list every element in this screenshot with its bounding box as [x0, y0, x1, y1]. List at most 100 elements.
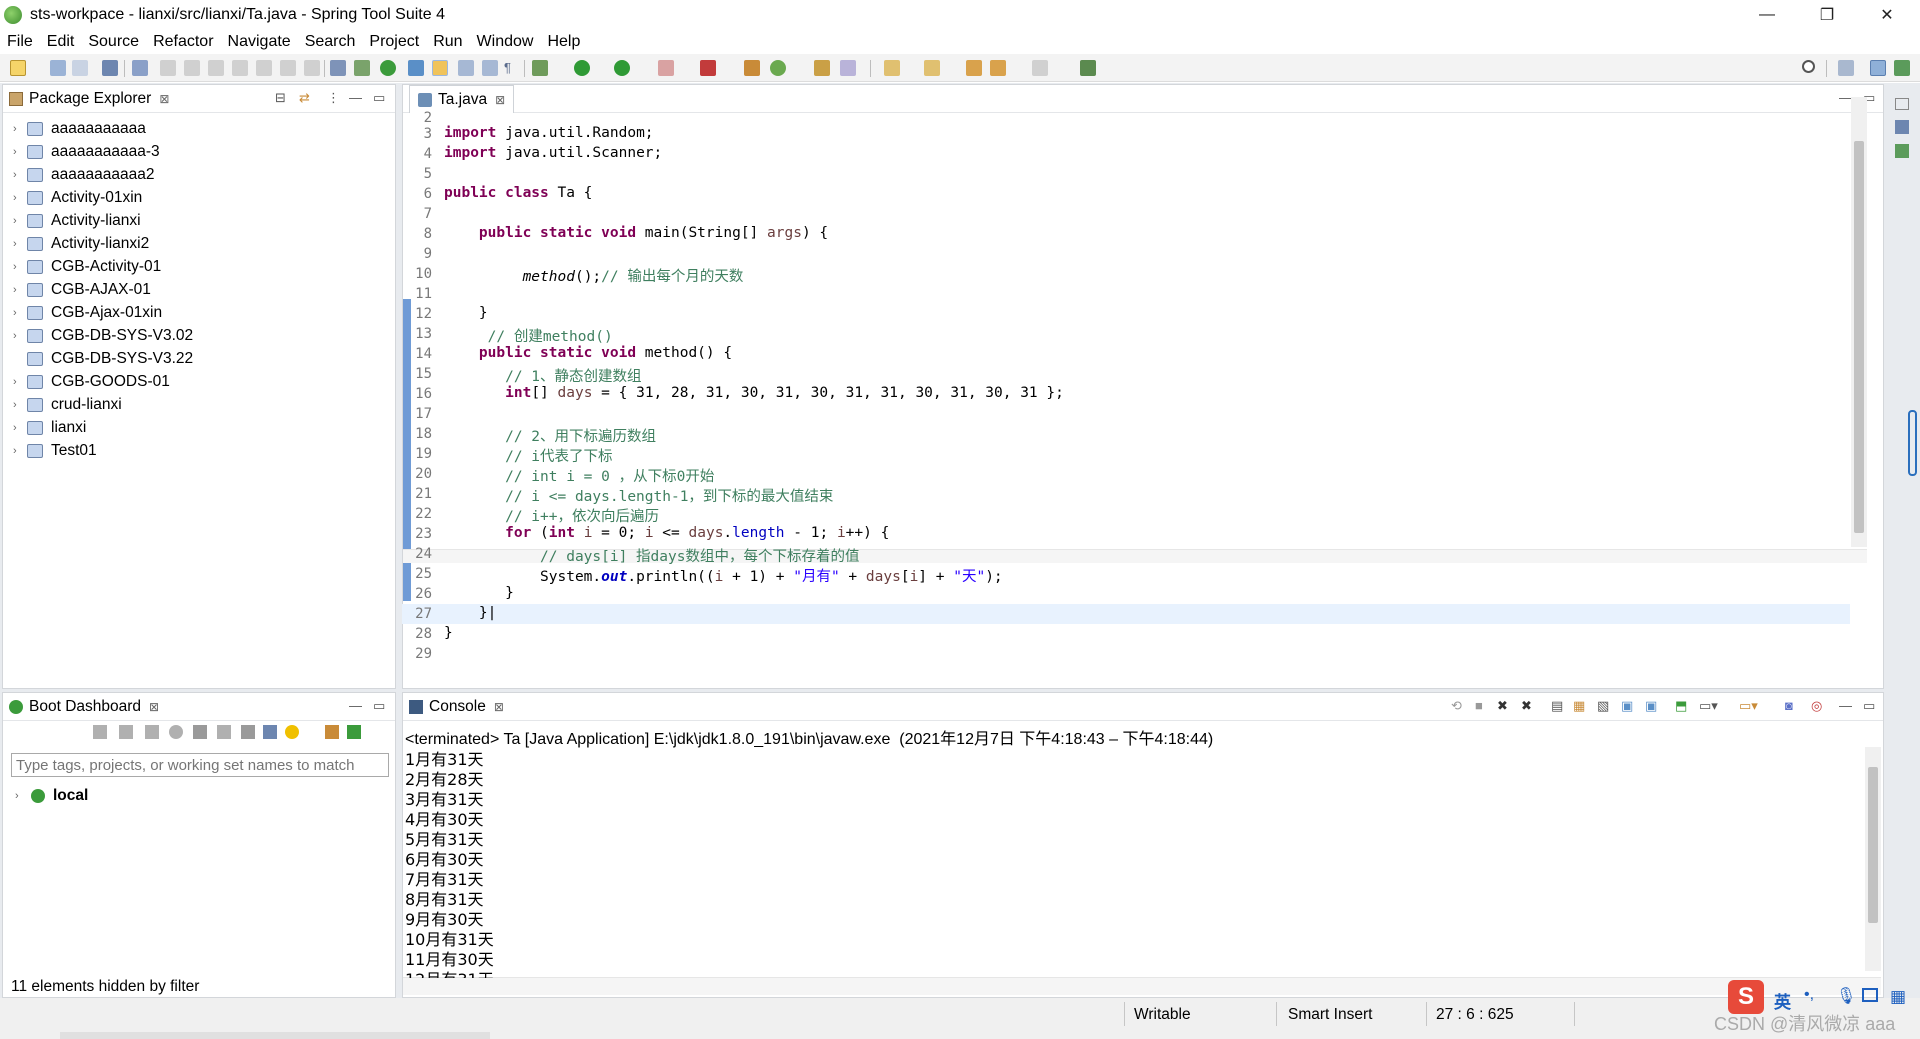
project-item[interactable]: CGB-DB-SYS-V3.22	[3, 347, 193, 370]
close-icon[interactable]: ⊠	[149, 700, 159, 714]
add-target-icon[interactable]	[347, 725, 361, 739]
task-list-icon[interactable]	[1895, 144, 1909, 158]
project-item[interactable]: › Activity-01xin	[3, 186, 142, 209]
restore-button[interactable]: ❐	[1800, 0, 1854, 30]
punctuation-icon[interactable]: •,	[1804, 986, 1814, 1004]
menu-refactor[interactable]: Refactor	[146, 33, 220, 51]
chevron-right-icon[interactable]: ›	[13, 169, 27, 181]
chevron-right-icon[interactable]: ›	[13, 399, 27, 411]
pin-console-icon[interactable]: ⬒	[1675, 698, 1687, 714]
step-into-icon[interactable]	[256, 60, 272, 76]
toggle-mark-occurrences-icon[interactable]	[408, 60, 424, 76]
menu-file[interactable]: File	[0, 33, 40, 51]
light-bulb-icon[interactable]	[285, 725, 299, 739]
pin-editor-icon[interactable]	[1080, 60, 1096, 76]
show-whitespace-icon[interactable]	[482, 60, 498, 76]
edit-icon[interactable]	[241, 725, 255, 739]
redebug-icon[interactable]	[169, 725, 183, 739]
menu-edit[interactable]: Edit	[40, 33, 82, 51]
chevron-right-icon[interactable]: ›	[13, 330, 27, 342]
close-window-button[interactable]: ✕	[1860, 0, 1914, 30]
terminate-icon[interactable]: ■	[1475, 698, 1483, 713]
outline-icon[interactable]	[1895, 120, 1909, 134]
skip-breakpoints-icon[interactable]	[132, 60, 148, 76]
chevron-right-icon[interactable]: ›	[13, 238, 27, 250]
menu-help[interactable]: Help	[540, 33, 587, 51]
display-console-icon[interactable]: ▭▾	[1699, 698, 1718, 714]
remove-launch-icon[interactable]: ⟲	[1451, 698, 1462, 714]
project-item[interactable]: › Test01	[3, 439, 97, 462]
new-icon[interactable]	[10, 60, 26, 76]
project-item[interactable]: › CGB-Activity-01	[3, 255, 161, 278]
keyboard-icon[interactable]	[1862, 988, 1878, 1002]
terminal-icon[interactable]	[102, 60, 118, 76]
open-console-icon[interactable]: ▭▾	[1739, 698, 1758, 714]
open-console-icon[interactable]	[193, 725, 207, 739]
remove-icon[interactable]: ✖	[1497, 698, 1508, 714]
link-with-editor-icon[interactable]: ⇄	[299, 90, 310, 106]
chevron-right-icon[interactable]: ›	[13, 192, 27, 204]
project-item[interactable]: › CGB-Ajax-01xin	[3, 301, 162, 324]
sogou-ime-icon[interactable]: S	[1728, 980, 1764, 1014]
project-item[interactable]: › CGB-DB-SYS-V3.02	[3, 324, 193, 347]
maximize-view-icon[interactable]: ▭	[373, 90, 385, 106]
microphone-icon[interactable]: 🎙	[1836, 986, 1856, 1006]
step-return-icon[interactable]	[304, 60, 320, 76]
collapse-all-icon[interactable]: ⊟	[275, 90, 286, 106]
close-icon[interactable]: ⊠	[495, 93, 505, 107]
console-view-icon[interactable]: ◙	[1785, 698, 1793, 713]
previous-annotation-icon[interactable]	[924, 60, 940, 76]
boot-filter-input[interactable]	[11, 753, 389, 777]
project-item[interactable]: › CGB-GOODS-01	[3, 370, 170, 393]
project-item[interactable]: › aaaaaaaaaaa-3	[3, 140, 160, 163]
open-type-icon[interactable]	[330, 60, 346, 76]
project-item[interactable]: › Activity-lianxi2	[3, 232, 149, 255]
project-item[interactable]: › aaaaaaaaaaa	[3, 117, 146, 140]
start-icon[interactable]	[93, 725, 107, 739]
spring-console-icon[interactable]: ◎	[1811, 698, 1822, 714]
close-icon[interactable]: ⊠	[494, 700, 504, 714]
search-icon-toolbar[interactable]	[840, 60, 856, 76]
run-icon[interactable]	[574, 60, 590, 76]
code-editor[interactable]: 2 3 import java.util.Random; 4 import java…	[402, 110, 1850, 662]
chevron-right-icon[interactable]: ›	[15, 790, 31, 802]
project-item[interactable]: › Activity-lianxi	[3, 209, 141, 232]
word-wrap-icon[interactable]: ▧	[1597, 698, 1609, 714]
minimize-view-icon[interactable]: —	[1839, 698, 1852, 713]
stop-icon[interactable]	[145, 725, 159, 739]
project-item[interactable]: › lianxi	[3, 416, 86, 439]
forward-icon[interactable]	[1032, 60, 1048, 76]
java-perspective-icon[interactable]	[1870, 60, 1886, 76]
project-item[interactable]: › CGB-AJAX-01	[3, 278, 151, 301]
tab-package-explorer[interactable]: Package Explorer ⊠	[9, 85, 169, 113]
pilcrow-icon[interactable]: ¶	[504, 60, 520, 76]
external-tools-icon[interactable]	[700, 60, 716, 76]
chevron-right-icon[interactable]: ›	[13, 146, 27, 158]
local-target-row[interactable]: › local	[15, 787, 88, 805]
tab-boot-dashboard[interactable]: Boot Dashboard ⊠	[9, 693, 159, 721]
last-edit-icon[interactable]	[966, 60, 982, 76]
open-config-icon[interactable]	[217, 725, 231, 739]
search-icon[interactable]	[1802, 60, 1815, 73]
chevron-right-icon[interactable]: ›	[13, 376, 27, 388]
tab-console[interactable]: Console ⊠	[409, 693, 504, 721]
menu-source[interactable]: Source	[81, 33, 146, 51]
console-horizontal-scrollbar[interactable]	[403, 977, 1881, 995]
maximize-view-icon[interactable]: ▭	[373, 698, 385, 714]
minimize-view-icon[interactable]: —	[349, 698, 362, 713]
save-all-icon[interactable]	[72, 60, 88, 76]
save-icon[interactable]	[50, 60, 66, 76]
debug-perspective-icon[interactable]	[1894, 60, 1910, 76]
ime-menu-icon[interactable]: ▦	[1890, 987, 1906, 1007]
open-browser-icon[interactable]	[263, 725, 277, 739]
resume-icon[interactable]	[160, 60, 176, 76]
coverage-icon[interactable]	[614, 60, 630, 76]
chevron-right-icon[interactable]: ›	[13, 123, 27, 135]
view-menu-icon[interactable]: ⋮	[327, 90, 340, 106]
next-annotation-icon[interactable]	[884, 60, 900, 76]
disconnect-icon[interactable]	[232, 60, 248, 76]
filter-icon[interactable]	[325, 725, 339, 739]
editor-vertical-scrollbar[interactable]	[1851, 97, 1867, 547]
suspend-icon[interactable]	[184, 60, 200, 76]
scroll-lock-icon[interactable]: ▦	[1573, 698, 1585, 714]
